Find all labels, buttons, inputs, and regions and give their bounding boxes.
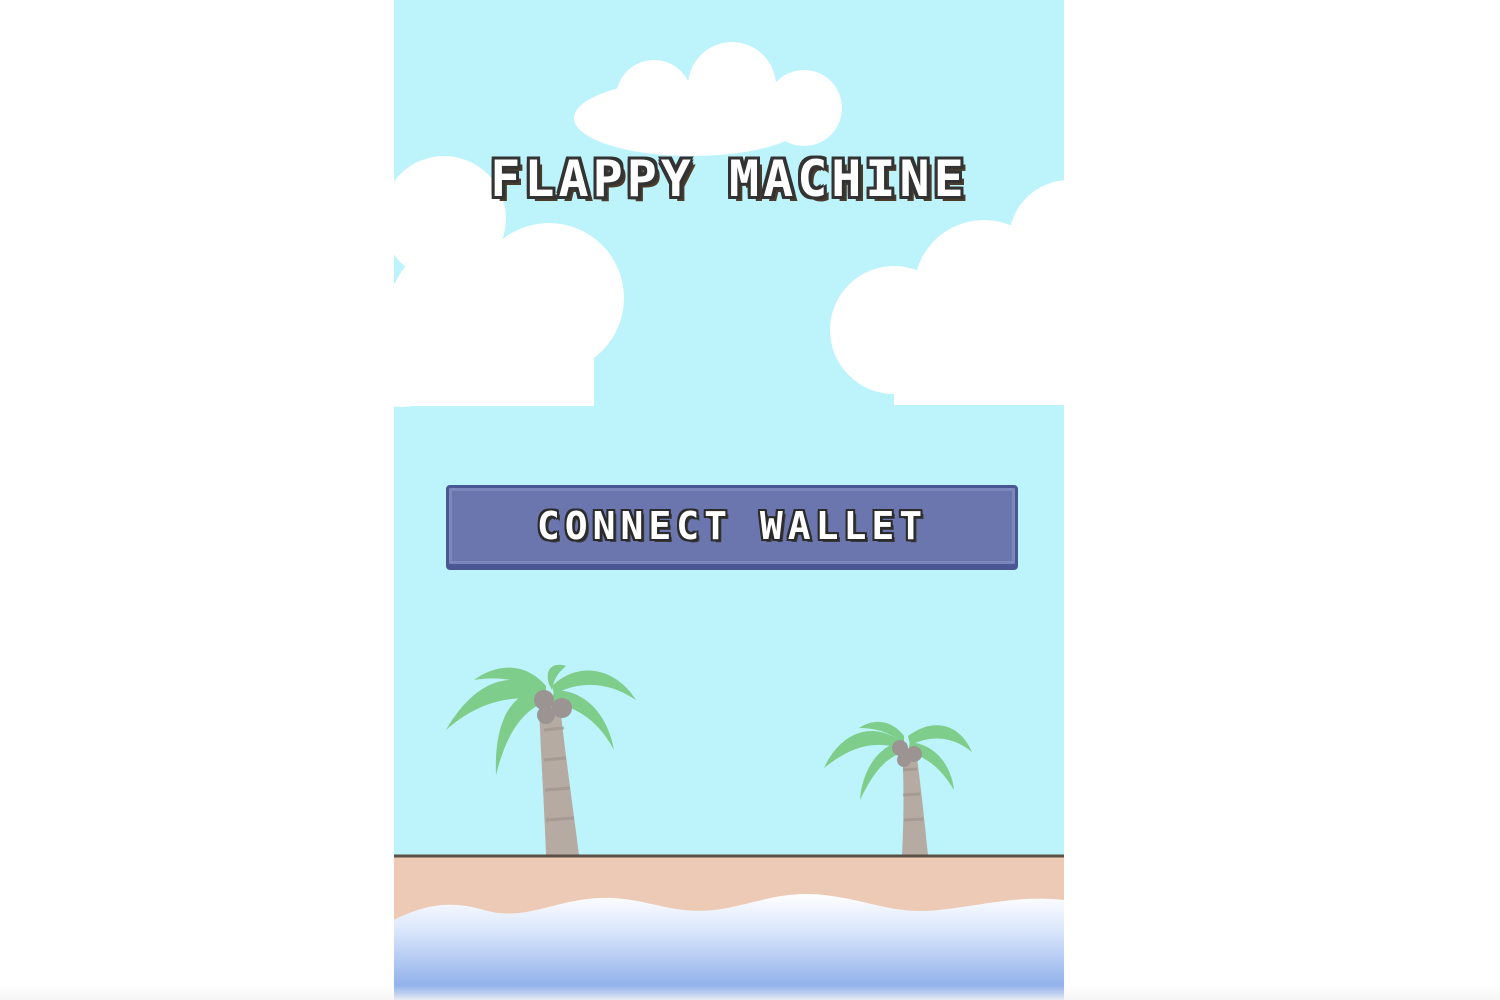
connect-wallet-button[interactable]: CONNECT WALLET <box>446 485 1018 567</box>
page: FLAPPY MACHINE CONNECT WALLET <box>0 0 1500 1000</box>
game-title: FLAPPY MACHINE <box>490 150 968 208</box>
connect-wallet-label: CONNECT WALLET <box>536 504 928 548</box>
game-canvas[interactable]: FLAPPY MACHINE CONNECT WALLET <box>394 0 1064 1000</box>
